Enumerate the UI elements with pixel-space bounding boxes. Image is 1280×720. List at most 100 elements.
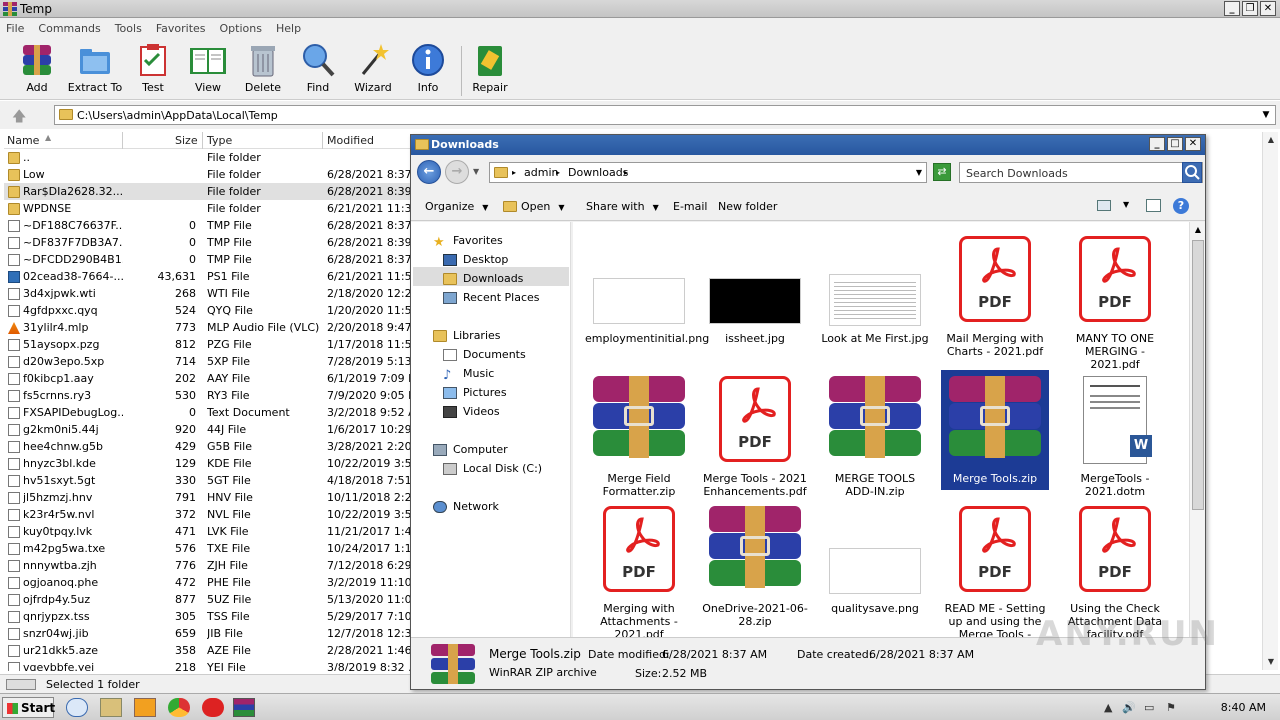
close-button[interactable]: ✕ — [1260, 1, 1276, 16]
menu-options[interactable]: Options — [220, 22, 262, 35]
tree-libraries[interactable]: Libraries — [433, 329, 501, 342]
table-row[interactable]: Rar$DIa2628.32... File folder 6/28/2021 8:… — [4, 183, 410, 200]
tree-network[interactable]: Network — [433, 500, 499, 513]
column-size[interactable]: Size — [175, 134, 198, 147]
file-item[interactable]: employmentinitial.png — [585, 230, 709, 350]
main-scrollbar[interactable]: ▲ ▼ — [1262, 132, 1278, 670]
breadcrumb-downloads[interactable]: Downloads — [568, 166, 628, 179]
table-row[interactable]: ojfrdp4y.5uz 877 5UZ File 5/13/2020 11:0... — [4, 591, 410, 608]
menu-favorites[interactable]: Favorites — [156, 22, 206, 35]
info-button[interactable]: Info — [398, 42, 458, 94]
back-button[interactable]: ← — [417, 160, 441, 184]
scroll-up-icon[interactable]: ▲ — [1190, 222, 1206, 238]
table-row[interactable]: kuy0tpqy.lvk 471 LVK File 11/21/2017 1:4... — [4, 523, 410, 540]
close-button[interactable]: ✕ — [1185, 137, 1201, 151]
table-row[interactable]: 02cead38-7664-... 43,631 PS1 File 6/21/2021… — [4, 268, 410, 285]
tray-expand-icon[interactable]: ▲ — [1104, 701, 1112, 714]
menu-help[interactable]: Help — [276, 22, 301, 35]
file-item[interactable]: PDF MANY TO ONE MERGING - 2021.pdf — [1061, 230, 1169, 371]
chevron-down-icon[interactable]: ▼ — [916, 168, 922, 177]
forward-button[interactable]: → — [445, 160, 469, 184]
table-row[interactable]: k23r4r5w.nvl 372 NVL File 10/22/2019 3:5... — [4, 506, 410, 523]
email-button[interactable]: E-mail — [673, 200, 708, 213]
table-row[interactable]: hee4chnw.g5b 429 G5B File 3/28/2021 2:20... — [4, 438, 410, 455]
delete-button[interactable]: Delete — [233, 42, 293, 94]
column-modified[interactable]: Modified — [327, 134, 374, 147]
refresh-button[interactable]: ⇄ — [933, 163, 951, 181]
explorer-address-bar[interactable]: ▸ admin ▸ Downloads ▸ ▼ — [489, 162, 927, 183]
file-item[interactable]: issheet.jpg — [701, 230, 809, 350]
extract-to-button[interactable]: Extract To — [65, 42, 125, 94]
table-row[interactable]: .. File folder — [4, 149, 410, 166]
file-item[interactable]: PDF Using the Check Attachment Data facil… — [1061, 500, 1169, 637]
tree-desktop[interactable]: Desktop — [443, 253, 508, 266]
maximize-button[interactable]: □ — [1167, 137, 1183, 151]
clock[interactable]: 8:40 AM — [1221, 701, 1266, 714]
minimize-button[interactable]: _ — [1149, 137, 1165, 151]
column-type[interactable]: Type — [207, 134, 232, 147]
file-item[interactable]: Merge Tools.zip — [941, 370, 1049, 490]
table-row[interactable]: ~DF837F7DB3A7... 0 TMP File 6/28/2021 8:39.… — [4, 234, 410, 251]
recent-pages-chevron-icon[interactable]: ▼ — [473, 167, 479, 176]
chevron-down-icon[interactable]: ▼ — [1259, 107, 1273, 123]
tree-computer[interactable]: Computer — [433, 443, 508, 456]
table-row[interactable]: m42pg5wa.txe 576 TXE File 10/24/2017 1:1... — [4, 540, 410, 557]
minimize-button[interactable]: _ — [1224, 1, 1240, 16]
table-row[interactable]: ~DFCDD290B4B1... 0 TMP File 6/28/2021 8:37.… — [4, 251, 410, 268]
internet-explorer-icon[interactable] — [66, 698, 88, 717]
file-item[interactable]: PDF Mail Merging with Charts - 2021.pdf — [941, 230, 1049, 358]
table-row[interactable]: nnnywtba.zjh 776 ZJH File 7/12/2018 6:29... — [4, 557, 410, 574]
network-tray-icon[interactable]: ▭ — [1144, 701, 1154, 714]
table-row[interactable]: g2km0ni5.44j 920 44J File 1/6/2017 10:29... — [4, 421, 410, 438]
table-row[interactable]: WPDNSE File folder 6/21/2021 11:3... — [4, 200, 410, 217]
table-row[interactable]: 51aysopx.pzg 812 PZG File 1/17/2018 11:5... — [4, 336, 410, 353]
file-item[interactable]: qualitysave.png — [821, 500, 929, 620]
table-row[interactable]: d20w3epo.5xp 714 5XP File 7/28/2019 5:13... — [4, 353, 410, 370]
flag-icon[interactable]: ⚑ — [1166, 701, 1176, 714]
chevron-down-icon[interactable]: ▼ — [1123, 200, 1129, 209]
tree-documents[interactable]: Documents — [443, 348, 526, 361]
open-menu[interactable]: Open ▼ — [521, 200, 565, 213]
help-icon[interactable]: ? — [1173, 198, 1189, 214]
repair-button[interactable]: Repair — [460, 42, 520, 94]
file-view-scrollbar[interactable]: ▲ — [1189, 222, 1205, 637]
file-item[interactable]: Look at Me First.jpg — [821, 230, 929, 350]
breadcrumb-admin[interactable]: admin — [524, 166, 558, 179]
table-row[interactable]: f0kibcp1.aay 202 AAY File 6/1/2019 7:09 PM — [4, 370, 410, 387]
file-item[interactable]: PDF Merging with Attachments - 2021.pdf — [585, 500, 693, 637]
file-item[interactable]: MERGE TOOLS ADD-IN.zip — [821, 370, 929, 498]
search-icon[interactable] — [1182, 162, 1202, 183]
table-row[interactable]: hv51sxyt.5gt 330 5GT File 4/18/2018 7:51... — [4, 472, 410, 489]
table-row[interactable]: 4gfdpxxc.qyq 524 QYQ File 1/20/2020 11:5... — [4, 302, 410, 319]
view-button[interactable]: View — [178, 42, 238, 94]
test-button[interactable]: Test — [123, 42, 183, 94]
table-row[interactable]: ur21dkk5.aze 358 AZE File 2/28/2021 1:46... — [4, 642, 410, 659]
find-button[interactable]: Find — [288, 42, 348, 94]
table-row[interactable]: vgeybbfe.yej 218 YEJ File 3/8/2019 8:32 ... — [4, 659, 410, 671]
opera-icon[interactable] — [202, 698, 224, 717]
table-row[interactable]: ~DF188C76637F... 0 TMP File 6/28/2021 8:37.… — [4, 217, 410, 234]
tree-music[interactable]: ♪ Music — [443, 367, 494, 383]
share-with-menu[interactable]: Share with ▼ — [586, 200, 659, 213]
search-input[interactable]: Search Downloads — [959, 162, 1203, 183]
winrar-taskbar-icon[interactable] — [233, 698, 255, 717]
table-row[interactable]: ogjoanoq.phe 472 PHE File 3/2/2019 11:10... — [4, 574, 410, 591]
add-button[interactable]: Add — [7, 42, 67, 94]
tree-local-disk[interactable]: Local Disk (C:) — [443, 462, 542, 475]
file-item[interactable]: PDF READ ME - Setting up and using the Me… — [941, 500, 1049, 637]
scroll-up-icon[interactable]: ▲ — [1263, 132, 1279, 148]
tree-favorites[interactable]: ★ Favorites — [433, 234, 503, 250]
file-item[interactable]: OneDrive-2021-06-28.zip — [701, 500, 809, 628]
volume-icon[interactable]: 🔊 — [1122, 701, 1136, 714]
tree-downloads[interactable]: Downloads — [443, 272, 523, 285]
tree-videos[interactable]: Videos — [443, 405, 500, 418]
table-row[interactable]: 3d4xjpwk.wti 268 WTI File 2/18/2020 12:2... — [4, 285, 410, 302]
table-row[interactable]: hnyzc3bl.kde 129 KDE File 10/22/2019 3:5... — [4, 455, 410, 472]
new-folder-button[interactable]: New folder — [718, 200, 777, 213]
table-row[interactable]: FXSAPIDebugLog... 0 Text Document 3/2/2018 … — [4, 404, 410, 421]
table-row[interactable]: fs5crnns.ry3 530 RY3 File 7/9/2020 9:05 PM — [4, 387, 410, 404]
scroll-thumb[interactable] — [1192, 240, 1204, 510]
up-level-button[interactable]: 🡅 — [12, 106, 32, 125]
tree-pictures[interactable]: Pictures — [443, 386, 507, 399]
tree-recent-places[interactable]: Recent Places — [443, 291, 540, 304]
